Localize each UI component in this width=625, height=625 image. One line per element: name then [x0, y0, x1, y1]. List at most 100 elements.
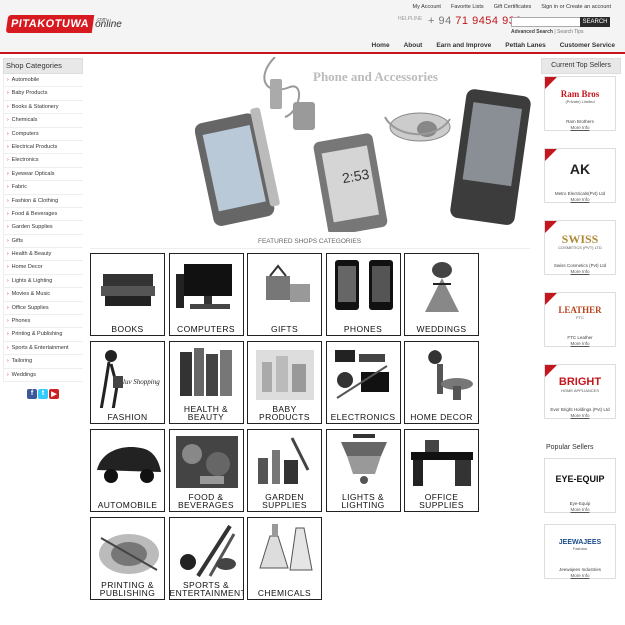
sidebar-item-movies-music[interactable]: › Movies & Music — [3, 288, 83, 302]
seller-logo[interactable]: LEATHER FTC — [545, 293, 615, 333]
category-tile-phones[interactable]: PHONES — [325, 253, 401, 336]
seller-logo[interactable]: SWISS COSMETICS (PVT) LTD — [545, 221, 615, 261]
search-button[interactable]: SEARCH — [580, 17, 610, 27]
sidebar-item-baby-products[interactable]: › Baby Products — [3, 87, 83, 101]
sidebar-item-home-decor[interactable]: › Home Decor — [3, 261, 83, 275]
sidebar-item-food-beverages[interactable]: › Food & Beverages — [3, 207, 83, 222]
sidebar-item-label: Movies & Music — [11, 291, 51, 298]
seller-logo[interactable]: EYE-EQUIP — [545, 459, 615, 499]
hero-banner[interactable]: 2:53 Phone and Accessories — [194, 56, 535, 236]
category-label-line1: AUTOMOBILE — [97, 500, 158, 510]
category-label: COMPUTERS — [170, 324, 243, 334]
search-input[interactable] — [511, 17, 583, 27]
more-info-link[interactable]: More Info — [545, 507, 615, 512]
more-info-link[interactable]: More Info — [545, 269, 615, 274]
chevron-right-icon: › — [7, 130, 9, 137]
sidebar-item-fabric[interactable]: › Fabric — [3, 181, 83, 195]
nav-home[interactable]: Home — [372, 42, 390, 49]
category-tile-gifts[interactable]: GIFTS — [247, 253, 322, 336]
category-label-line1: COMPUTERS — [177, 324, 235, 334]
seller-card[interactable]: LEATHER FTC FTC Leather More Info — [544, 292, 616, 347]
sidebar-item-computers[interactable]: › Computers — [3, 127, 83, 141]
seller-card[interactable]: BRIGHT HOME APPLIANCES Ever Bright Holding… — [544, 364, 616, 419]
seller-card[interactable]: AK Metro Electricals(Pvt) Ltd More Info — [544, 148, 616, 203]
youtube-icon[interactable]: ▶ — [49, 388, 59, 399]
sign-in-link[interactable]: Sign in or Create an account — [541, 4, 611, 10]
sidebar-item-gifts[interactable]: › Gifts — [3, 234, 83, 249]
nav-pettah-lanes[interactable]: Pettah Lanes — [505, 42, 545, 49]
sidebar-item-chemicals[interactable]: › Chemicals — [3, 114, 83, 128]
more-info-link[interactable]: More Info — [545, 341, 615, 346]
category-tile-fashion[interactable]: luv Shopping FASHION — [90, 341, 165, 424]
nav-customer-service[interactable]: Customer Service — [560, 42, 615, 49]
category-label: ELECTRONICS — [327, 413, 400, 422]
banner-title: Phone and Accessories — [313, 69, 438, 84]
sidebar-item-automobile[interactable]: › Automobile — [3, 74, 83, 88]
more-info-link[interactable]: More Info — [545, 197, 615, 202]
seller-logo[interactable]: Ram Bros (Private) Limited — [545, 77, 615, 117]
sidebar-item-label: Chemicals — [11, 117, 38, 124]
category-tile-chemicals[interactable]: CHEMICALS — [247, 517, 322, 600]
category-tile-garden-supplies[interactable]: GARDEN SUPPLIES — [247, 429, 322, 512]
sidebar-item-printing-publishing[interactable]: › Printing & Publishing — [3, 328, 83, 342]
sidebar-item-electronics[interactable]: › Electronics — [3, 154, 83, 168]
sidebar-item-label: Printing & Publishing — [11, 331, 63, 338]
ribbon-icon — [545, 77, 557, 89]
gift-certificates-link[interactable]: Gift Certificates — [494, 4, 532, 10]
more-info-link[interactable]: More Info — [545, 413, 615, 418]
category-tile-automobile[interactable]: AUTOMOBILE — [90, 429, 165, 512]
search-tips-link[interactable]: | Search Tips — [554, 29, 583, 35]
sidebar-item-sports-entertainment[interactable]: › Sports & Entertainment — [3, 341, 83, 356]
chevron-right-icon: › — [7, 291, 9, 298]
sidebar-item-lights-lighting[interactable]: › Lights & Lighting — [3, 274, 83, 289]
category-tile-computers[interactable]: COMPUTERS — [168, 253, 244, 336]
seller-logo[interactable]: BRIGHT HOME APPLIANCES — [545, 365, 615, 405]
category-tile-printing-publishing[interactable]: PRINTING & PUBLISHING — [90, 517, 165, 600]
sidebar-item-phones[interactable]: › Phones — [3, 315, 83, 329]
sidebar-item-electrical-products[interactable]: › Electrical Products — [3, 140, 83, 155]
category-tile-home-decor[interactable]: HOME DECOR — [404, 341, 479, 424]
sidebar-item-label: Weddings — [11, 371, 37, 378]
sidebar-item-office-supplies[interactable]: › Office Supplies — [3, 301, 83, 316]
favorite-lists-link[interactable]: Favorite Lists — [451, 4, 484, 10]
sidebar-item-label: Automobile — [11, 77, 40, 83]
sidebar-item-garden-supplies[interactable]: › Garden Supplies — [3, 221, 83, 235]
category-tile-office-supplies[interactable]: OFFICE SUPPLIES — [404, 429, 479, 512]
seller-card[interactable]: Ram Bros (Private) Limited Ram Brothers Mor… — [544, 76, 616, 131]
seller-logo[interactable]: AK — [545, 149, 615, 189]
chevron-right-icon: › — [7, 251, 9, 258]
seller-name: FTC Leather — [567, 335, 593, 340]
sidebar-item-fashion-clothing[interactable]: › Fashion & Clothing — [3, 194, 83, 208]
category-label-line2: PUBLISHING — [99, 588, 156, 598]
my-account-link[interactable]: My Account — [413, 4, 441, 10]
category-label: CHEMICALS — [248, 589, 321, 598]
sidebar-item-label: Computers — [11, 130, 39, 137]
more-info-link[interactable]: More Info — [545, 125, 615, 130]
sidebar-item-weddings[interactable]: › Weddings — [3, 368, 83, 382]
category-tile-weddings[interactable]: WEDDINGS — [404, 253, 479, 336]
seller-card[interactable]: SWISS COSMETICS (PVT) LTD Swiss Cosmetics … — [544, 220, 616, 275]
sidebar-item-books-stationery[interactable]: › Books & Stationery — [3, 100, 83, 115]
category-tile-food-beverages[interactable]: FOOD & BEVERAGES — [168, 429, 244, 512]
category-tile-baby-products[interactable]: BABY PRODUCTS — [247, 341, 322, 424]
twitter-icon[interactable]: t — [38, 388, 48, 399]
food-beverages-image — [175, 436, 238, 488]
category-tile-sports-entertainment[interactable]: SPORTS & ENTERTAINMENT — [168, 517, 244, 600]
seller-card[interactable]: JEEWAJEES Fashion Jeewajees Industries More… — [544, 524, 616, 579]
facebook-icon[interactable]: f — [27, 388, 37, 399]
nav-earn-and-improve[interactable]: Earn and Improve — [436, 42, 491, 49]
nav-about[interactable]: About — [404, 42, 423, 49]
chevron-right-icon: › — [7, 304, 9, 311]
more-info-link[interactable]: More Info — [545, 573, 615, 578]
seller-logo[interactable]: JEEWAJEES Fashion — [545, 525, 615, 565]
category-tile-lights-lighting[interactable]: LIGHTS & LIGHTING — [325, 429, 401, 512]
advanced-search-link[interactable]: Advanced Search — [511, 29, 553, 35]
sidebar-item-health-beauty[interactable]: › Health & Beauty — [3, 248, 83, 262]
sidebar-item-tailoring[interactable]: › Tailoring — [3, 355, 83, 369]
sidebar-item-eyewear-opticals[interactable]: › Eyewear Opticals — [3, 167, 83, 182]
category-tile-health-beauty[interactable]: HEALTH & BEAUTY — [168, 341, 244, 424]
category-tile-electronics[interactable]: ELECTRONICS — [325, 341, 401, 424]
category-tile-books[interactable]: BOOKS — [90, 253, 165, 336]
category-label: AUTOMOBILE — [91, 500, 164, 510]
seller-card[interactable]: EYE-EQUIP Eye-Equip More Info — [544, 458, 616, 513]
